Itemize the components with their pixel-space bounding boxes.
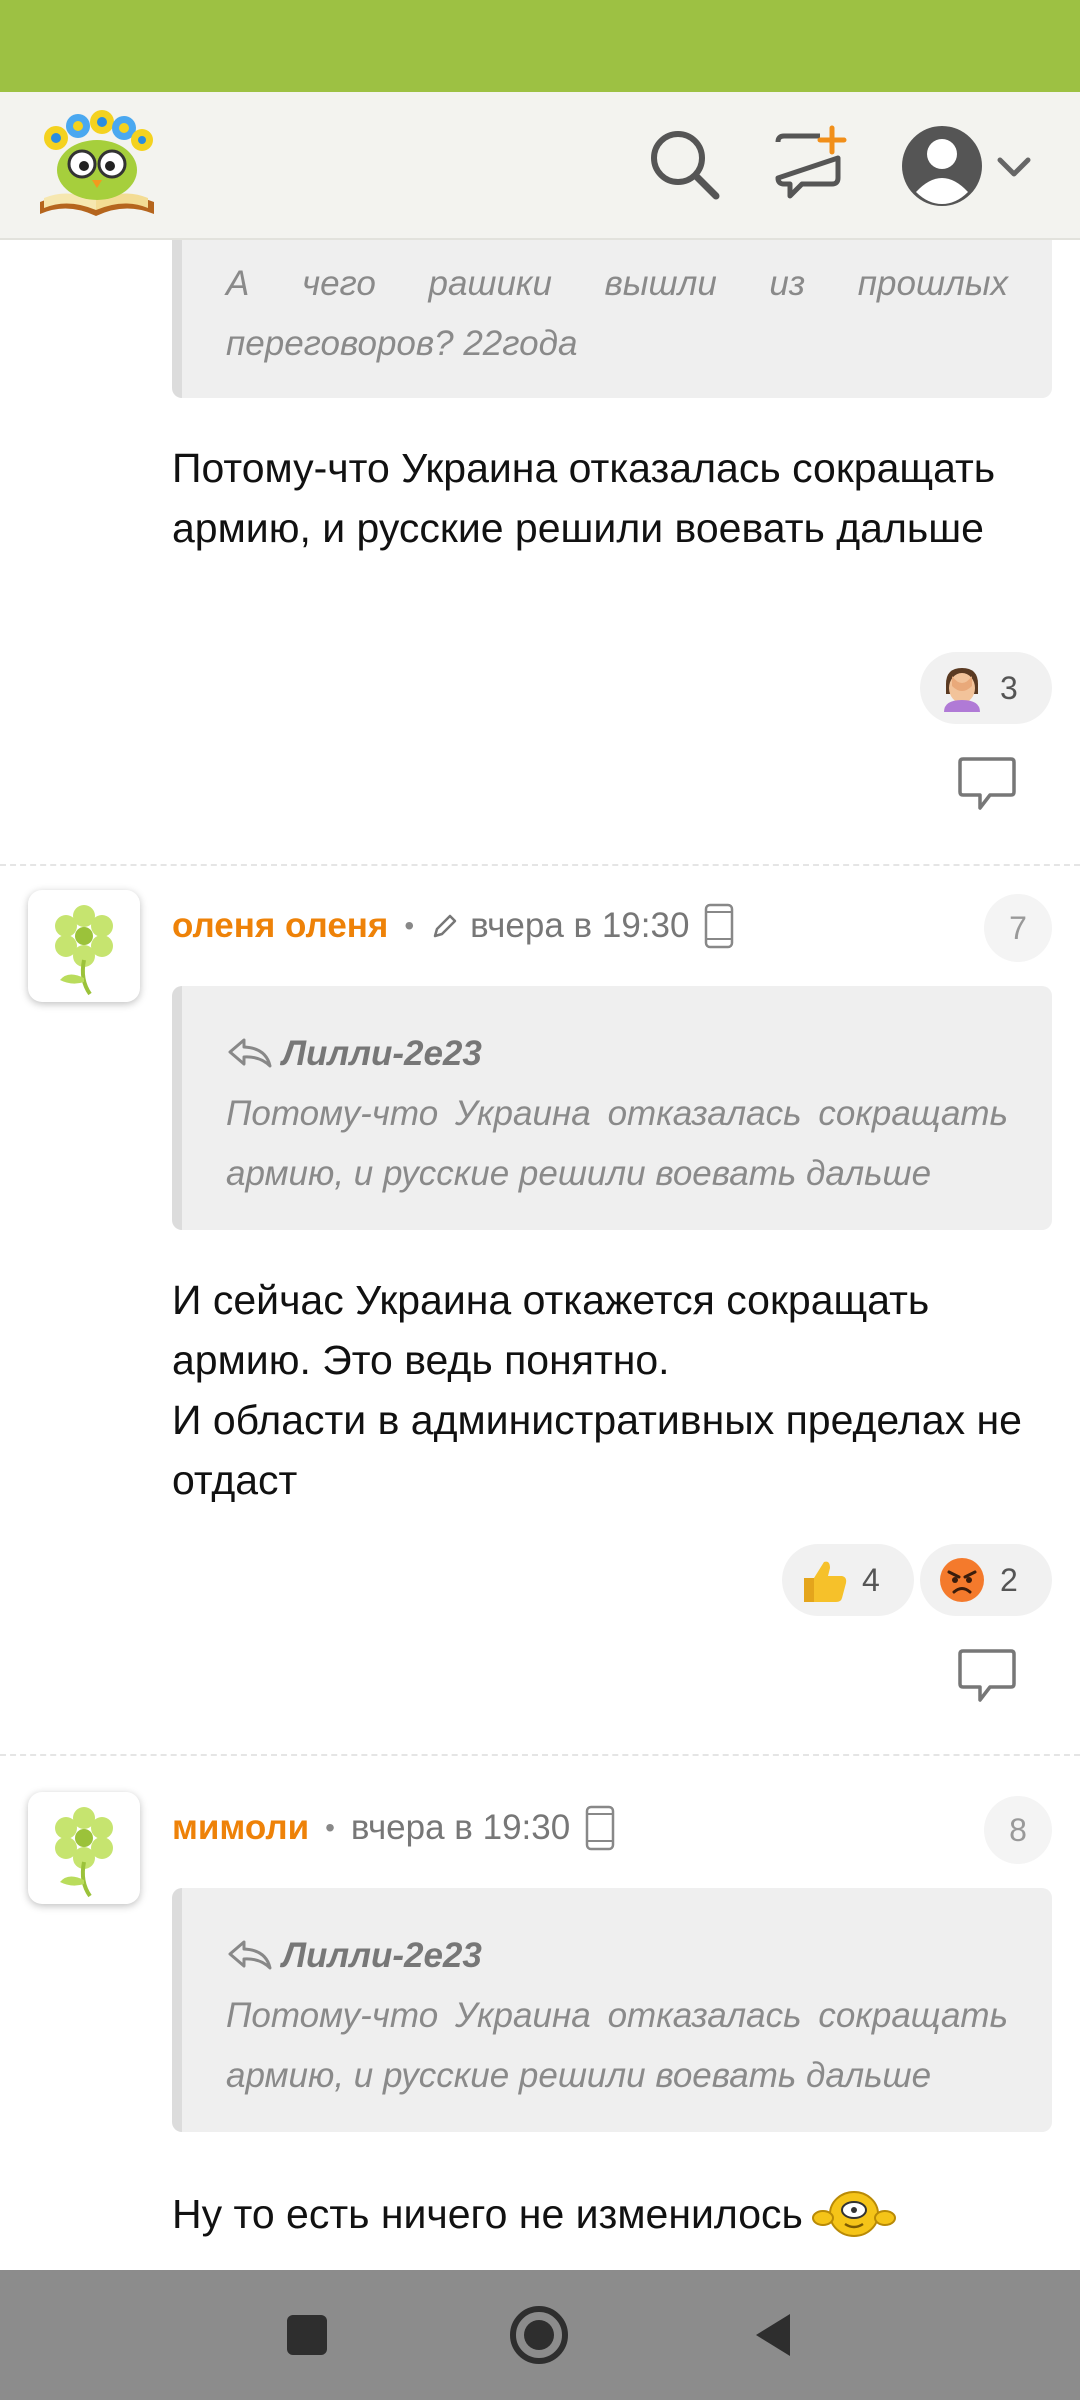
smiley-emoticon: [811, 2191, 896, 2237]
avatar[interactable]: [28, 1792, 140, 1904]
reply-icon[interactable]: [956, 756, 1018, 812]
reaction-facepalm[interactable]: 3: [920, 652, 1052, 724]
quote-author-row: Лилли-2е23: [226, 1024, 1008, 1084]
quote-block: Лилли-2е23 Потому-что Украина отказалась…: [172, 1888, 1052, 2132]
avatar[interactable]: [28, 890, 140, 1002]
pencil-icon: [433, 914, 457, 938]
quote-text: Потому-что Украина отказалась сокращать …: [226, 1996, 1008, 2095]
author-name[interactable]: оленя оленя: [172, 906, 388, 946]
reaction-thumbs-up[interactable]: 4: [782, 1544, 914, 1616]
comment-text: Ну то есть ничего не изменилось: [172, 2191, 803, 2237]
separator-dot: •: [325, 1812, 335, 1843]
comment-text-row: Ну то есть ничего не изменилось: [172, 2184, 1052, 2244]
reaction-count: 3: [1000, 669, 1018, 706]
comment-text: И сейчас Украина откажется сокращать арм…: [172, 1277, 1022, 1503]
reaction-count: 2: [1000, 1561, 1018, 1598]
comment-number[interactable]: 7: [984, 894, 1052, 962]
new-post-icon[interactable]: [772, 124, 852, 204]
comment-number[interactable]: 8: [984, 1796, 1052, 1864]
timestamp: вчера в 19:30: [470, 906, 690, 945]
quote-block: А чего рашики вышли из прошлых переговор…: [172, 240, 1052, 398]
reply-arrow-icon: [228, 1038, 272, 1068]
comment-divider: [0, 864, 1080, 866]
quote-text: А чего рашики вышли из прошлых переговор…: [226, 264, 1008, 363]
quote-author-row: Лилли-2е23: [226, 1926, 1008, 1986]
author-name[interactable]: мимоли: [172, 1808, 309, 1848]
reply-arrow-icon: [228, 1940, 272, 1970]
app-header: [0, 92, 1080, 240]
comment-divider: [0, 1754, 1080, 1756]
comment-meta: мимоли • вчера в 19:30: [172, 1798, 616, 1858]
reaction-count: 4: [862, 1561, 880, 1598]
reaction-angry[interactable]: 2: [920, 1544, 1052, 1616]
system-nav-bar: [0, 2270, 1080, 2400]
site-logo[interactable]: [32, 106, 162, 226]
quote-author[interactable]: Лилли-2е23: [282, 1936, 482, 1976]
home-button[interactable]: [504, 2300, 574, 2370]
facepalm-emoji: [944, 668, 980, 712]
timestamp: вчера в 19:30: [350, 1808, 571, 1847]
comment-text: Потому-что Украина отказалась сокращать …: [172, 445, 996, 551]
search-icon[interactable]: [644, 124, 724, 204]
phone-icon: [705, 903, 734, 949]
reply-icon[interactable]: [956, 1648, 1018, 1704]
comments-feed[interactable]: А чего рашики вышли из прошлых переговор…: [0, 240, 1080, 2270]
phone-icon: [585, 1805, 615, 1851]
separator-dot: •: [404, 910, 415, 941]
status-bar: [0, 0, 1080, 92]
back-button[interactable]: [738, 2300, 808, 2370]
quote-author[interactable]: Лилли-2е23: [282, 1034, 482, 1074]
quote-text: Потому-что Украина отказалась сокращать …: [226, 1094, 1008, 1193]
recent-apps-button[interactable]: [272, 2300, 342, 2370]
thumbs-up-emoji: [804, 1561, 847, 1602]
angry-face-emoji: [940, 1558, 984, 1602]
comment-meta: оленя оленя • вчера в 19:30: [172, 896, 735, 956]
user-menu[interactable]: [900, 118, 1040, 214]
quote-block: Лилли-2е23 Потому-что Украина отказалась…: [172, 986, 1052, 1230]
